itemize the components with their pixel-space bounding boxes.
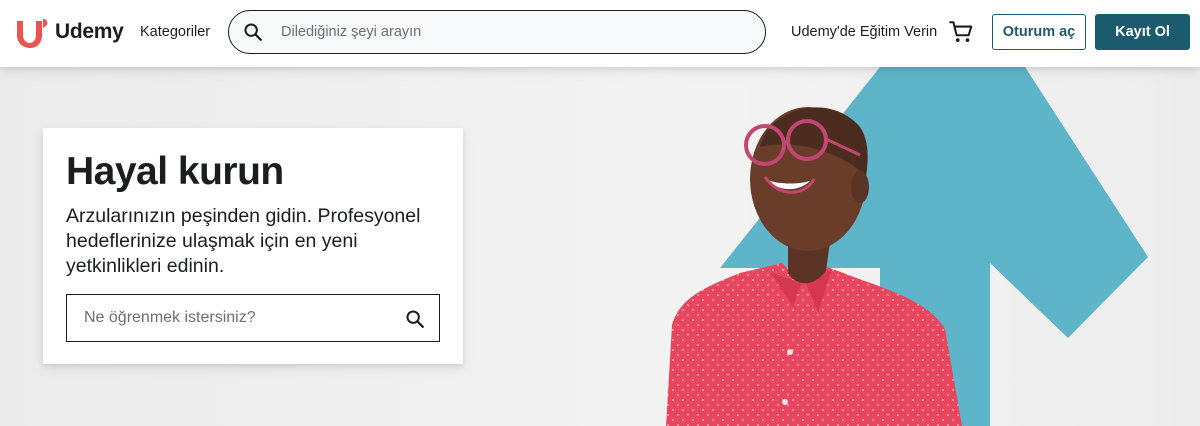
header-search-bar[interactable] [228, 10, 766, 54]
hero-search-box[interactable] [66, 294, 440, 342]
login-button[interactable]: Oturum aç [992, 14, 1086, 50]
logo-text: Udemy [55, 20, 124, 43]
hero-search-input[interactable] [82, 308, 396, 328]
cart-icon[interactable] [948, 19, 974, 45]
hero-banner: Hayal kurun Arzularınızın peşinden gidin… [0, 67, 1200, 426]
teach-on-udemy-link[interactable]: Udemy'de Eğitim Verin [791, 24, 937, 40]
header-search-input[interactable] [279, 23, 743, 41]
hero-title: Hayal kurun [66, 150, 284, 193]
hero-card: Hayal kurun Arzularınızın peşinden gidin… [43, 128, 463, 364]
top-navbar: Udemy Kategoriler Udemy'de Eğitim Verin … [0, 0, 1200, 67]
search-icon[interactable] [242, 21, 264, 43]
search-icon[interactable] [404, 308, 426, 330]
categories-link[interactable]: Kategoriler [140, 24, 210, 40]
udemy-logo-icon [17, 19, 48, 48]
udemy-logo[interactable]: Udemy [12, 15, 124, 49]
signup-button[interactable]: Kayıt Ol [1095, 14, 1190, 50]
hero-subtitle: Arzularınızın peşinden gidin. Profesyone… [66, 205, 421, 277]
